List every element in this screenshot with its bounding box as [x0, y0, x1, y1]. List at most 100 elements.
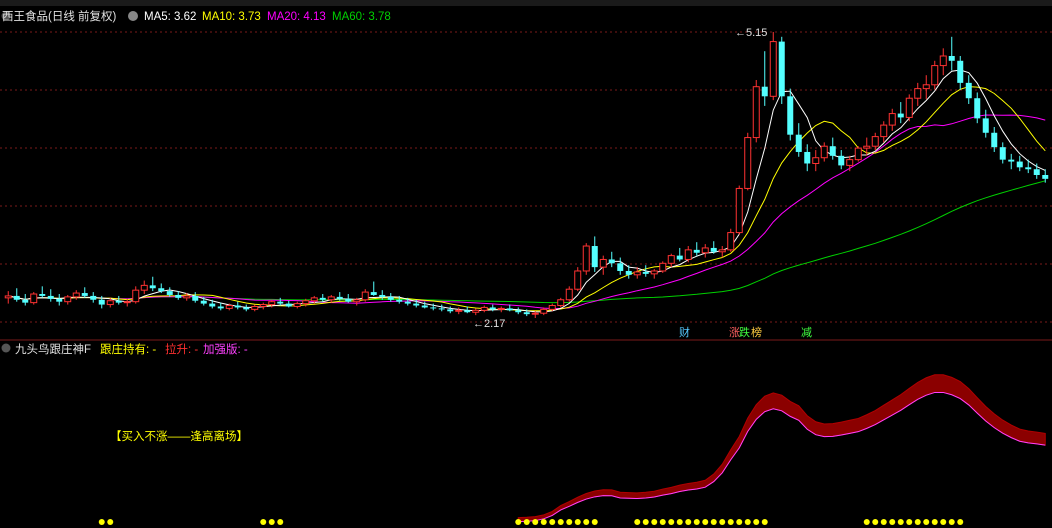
- candle-body: [787, 96, 794, 135]
- candle-body: [115, 300, 122, 303]
- chart-canvas[interactable]: 西王食品(日线 前复权) MA5: 3.62 MA10: 3.73 MA20: …: [0, 0, 1052, 528]
- candle-body: [633, 271, 641, 276]
- event-jian[interactable]: 减: [801, 326, 812, 339]
- candle-body: [599, 258, 607, 268]
- candle-body: [404, 301, 411, 304]
- candle-body: [804, 151, 811, 164]
- candle-body: [302, 300, 310, 305]
- candle-body: [684, 249, 692, 260]
- signal-dot: [574, 519, 581, 525]
- candle-body: [625, 270, 632, 275]
- signal-dot: [931, 519, 938, 525]
- candle-body: [701, 247, 709, 254]
- candle-body: [506, 308, 513, 311]
- candle-body: [838, 155, 845, 166]
- candle-body: [939, 55, 947, 67]
- signal-dot: [872, 519, 879, 525]
- signal-dot: [668, 519, 675, 525]
- event-die[interactable]: 跌: [739, 325, 750, 339]
- signal-dot: [710, 519, 717, 525]
- signal-dot: [651, 519, 658, 525]
- signal-dot: [685, 519, 692, 525]
- candle-body: [175, 294, 182, 298]
- candle-body: [999, 147, 1006, 160]
- candle-body: [718, 249, 726, 253]
- candle-body: [1025, 167, 1032, 170]
- candlestick-series[interactable]: [4, 32, 1049, 318]
- candle-body: [769, 41, 777, 97]
- candle-body: [1033, 169, 1040, 175]
- low-price-label: ←2.17: [473, 318, 505, 330]
- indicator-band: [517, 374, 1046, 523]
- ma20-path: [8, 114, 1046, 309]
- candle-body: [489, 307, 496, 310]
- candle-body: [778, 41, 785, 97]
- candle-body: [259, 304, 267, 307]
- candle-body: [447, 309, 454, 312]
- ma60-line: [8, 180, 1046, 304]
- signal-dot: [957, 519, 964, 525]
- candle-body: [480, 306, 488, 311]
- candle-body: [591, 246, 598, 268]
- signal-dot: [897, 519, 904, 525]
- candle-body: [353, 299, 361, 303]
- event-bang[interactable]: 榜: [751, 325, 762, 339]
- candle-body: [515, 310, 522, 313]
- signal-dot: [880, 519, 887, 525]
- candle-body: [370, 292, 377, 295]
- candle-body: [158, 288, 165, 292]
- event-cai[interactable]: 财: [679, 325, 690, 339]
- low-price-value: 2.17: [484, 318, 505, 330]
- signal-dot: [549, 519, 556, 525]
- indicator-fill: [517, 374, 1046, 523]
- candle-body: [582, 245, 590, 272]
- candle-body: [991, 132, 998, 148]
- signal-dot: [642, 519, 649, 525]
- candle-body: [387, 296, 394, 300]
- signal-dot: [693, 519, 700, 525]
- indicator-toggle-icon[interactable]: [1, 343, 11, 353]
- candle-body: [548, 305, 556, 310]
- candle-body: [931, 65, 939, 86]
- candle-body: [30, 293, 38, 304]
- candle-body: [413, 303, 420, 306]
- candle-body: [608, 259, 615, 264]
- candle-body: [22, 299, 29, 303]
- candle-body: [1016, 161, 1023, 168]
- candle-body: [268, 301, 276, 306]
- indicator-strong: 加强版: -: [203, 342, 248, 356]
- signal-dot: [727, 519, 734, 525]
- signal-dot: [634, 519, 641, 525]
- signal-dot: [566, 519, 573, 525]
- candle-body: [225, 305, 233, 309]
- signal-dot: [702, 519, 709, 525]
- candle-body: [812, 157, 820, 164]
- indicator-banner: 【买入不涨——逢高离场】: [110, 429, 248, 443]
- candle-body: [557, 299, 565, 307]
- candle-body: [965, 82, 972, 99]
- candle-body: [421, 305, 428, 308]
- candle-body: [880, 124, 888, 138]
- signal-dot: [914, 519, 921, 525]
- candle-body: [829, 146, 836, 156]
- candle-body: [379, 294, 386, 297]
- signal-dot: [889, 519, 896, 525]
- candle-body: [565, 288, 573, 301]
- candle-body: [47, 295, 54, 299]
- settings-chevron-icon[interactable]: [128, 11, 138, 21]
- ma20-line: [8, 114, 1046, 309]
- candle-body: [914, 88, 922, 99]
- candle-body: [693, 249, 700, 253]
- candle-body: [464, 310, 471, 313]
- ma60-legend: MA60: 3.78: [332, 11, 391, 23]
- candle-body: [345, 298, 352, 302]
- candle-body: [617, 263, 624, 271]
- candle-body: [863, 145, 871, 149]
- indicator-hold: 跟庄持有: -: [100, 342, 156, 356]
- ma20-legend: MA20: 4.13: [267, 11, 326, 23]
- candle-body: [90, 295, 97, 300]
- candle-body: [396, 299, 403, 302]
- high-price-label: ←5.15: [735, 27, 767, 39]
- signal-dot: [277, 519, 284, 525]
- candle-body: [846, 159, 854, 166]
